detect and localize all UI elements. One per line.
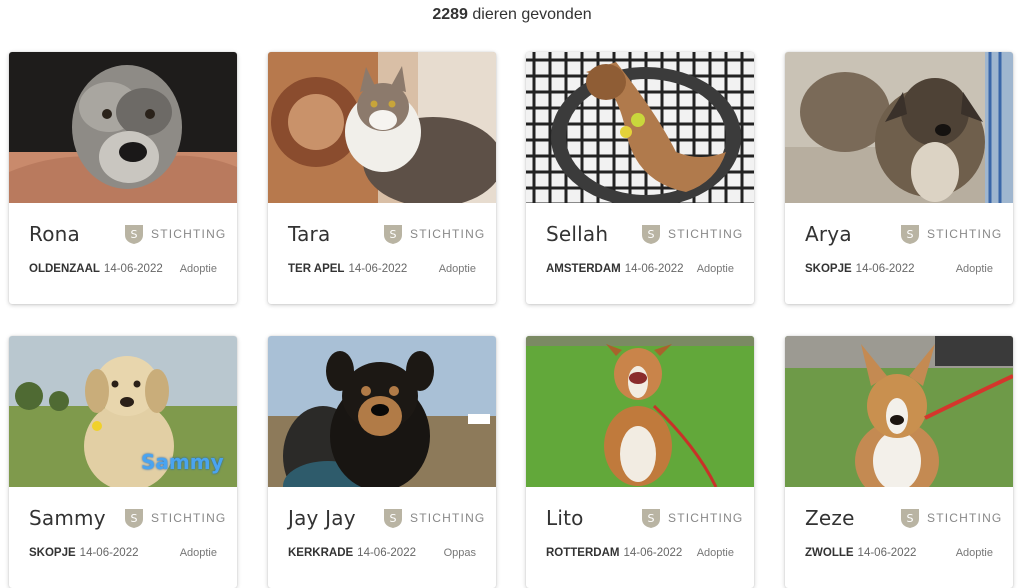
shield-icon: S [125,509,143,528]
listing-type: Adoptie [696,547,734,559]
animal-card[interactable]: Zeze S STICHTING ZWOLLE 14-06-2022 Adopti… [785,336,1013,588]
animal-city: ZWOLLE [805,547,854,559]
listing-type: Adoptie [696,263,734,275]
organisation-badge: S STICHTING [382,506,485,530]
animal-date: 14-06-2022 [623,547,683,559]
svg-text:S: S [648,512,655,525]
svg-text:S: S [131,512,138,525]
svg-text:S: S [390,512,397,525]
svg-text:S: S [907,228,914,241]
animal-city: ROTTERDAM [546,547,620,559]
listing-type: Adoptie [955,263,993,275]
animal-name: Lito [546,506,584,530]
animal-city: SKOPJE [805,263,852,275]
shield-icon: S [642,509,660,528]
animal-name: Rona [29,222,80,246]
animal-photo[interactable] [526,336,754,487]
animal-date: 14-06-2022 [855,263,915,275]
organisation-badge: S STICHTING [382,222,485,246]
organisation-label: STICHTING [151,511,227,525]
animal-city: KERKRADE [288,547,354,559]
animal-date: 14-06-2022 [624,263,684,275]
shield-icon: S [642,225,660,244]
shield-icon: S [125,225,143,244]
organisation-badge: S STICHTING [123,506,226,530]
animal-photo[interactable] [268,52,496,203]
shield-icon: S [384,509,402,528]
organisation-label: STICHTING [927,227,1003,241]
animal-photo[interactable] [9,52,237,203]
animal-card[interactable]: Jay Jay S STICHTING KERKRADE 14-06-2022 O… [268,336,496,588]
animal-card[interactable]: Tara S STICHTING TER APEL 14-06-2022 Adop… [268,52,496,304]
organisation-label: STICHTING [410,511,486,525]
animal-card[interactable]: Sellah S STICHTING AMSTERDAM 14-06-2022 A… [526,52,754,304]
listing-type: Adoptie [438,263,476,275]
animal-city: AMSTERDAM [546,263,621,275]
animal-photo[interactable] [785,336,1013,487]
animal-card[interactable]: Arya S STICHTING SKOPJE 14-06-2022 Adopti… [785,52,1013,304]
photo-caption: Sammy [141,450,224,474]
animal-photo[interactable] [785,52,1013,203]
animal-date: 14-06-2022 [857,547,917,559]
animal-date: 14-06-2022 [348,263,408,275]
listing-type: Adoptie [955,547,993,559]
organisation-label: STICHTING [151,227,227,241]
organisation-label: STICHTING [927,511,1003,525]
svg-text:S: S [648,228,655,241]
svg-text:S: S [131,228,138,241]
organisation-badge: S STICHTING [640,222,743,246]
animal-card[interactable]: Lito S STICHTING ROTTERDAM 14-06-2022 Ado… [526,336,754,588]
animal-name: Arya [805,222,852,246]
animal-name: Tara [288,222,331,246]
listing-type: Adoptie [179,547,217,559]
animal-grid: Rona S STICHTING OLDENZAAL 14-06-2022 Ado… [0,0,1024,588]
organisation-label: STICHTING [668,227,744,241]
organisation-badge: S STICHTING [640,506,743,530]
organisation-label: STICHTING [668,511,744,525]
organisation-label: STICHTING [410,227,486,241]
listing-type: Oppas [443,547,476,559]
animal-city: SKOPJE [29,547,76,559]
svg-text:S: S [907,512,914,525]
shield-icon: S [901,509,919,528]
shield-icon: S [901,225,919,244]
animal-name: Sellah [546,222,609,246]
animal-name: Zeze [805,506,855,530]
organisation-badge: S STICHTING [123,222,226,246]
listing-type: Adoptie [179,263,217,275]
svg-text:S: S [390,228,397,241]
animal-date: 14-06-2022 [103,263,163,275]
animal-city: TER APEL [288,263,345,275]
animal-date: 14-06-2022 [357,547,416,559]
animal-photo[interactable]: Sammy [9,336,237,487]
animal-name: Sammy [29,506,106,530]
animal-card[interactable]: Sammy Sammy S STICHTING SKOPJE 14-06-2022… [9,336,237,588]
organisation-badge: S STICHTING [899,506,1002,530]
animal-city: OLDENZAAL [29,263,100,275]
animal-photo[interactable] [526,52,754,203]
organisation-badge: S STICHTING [899,222,1002,246]
animal-name: Jay Jay [288,506,356,530]
animal-photo[interactable] [268,336,496,487]
animal-date: 14-06-2022 [79,547,139,559]
animal-card[interactable]: Rona S STICHTING OLDENZAAL 14-06-2022 Ado… [9,52,237,304]
shield-icon: S [384,225,402,244]
